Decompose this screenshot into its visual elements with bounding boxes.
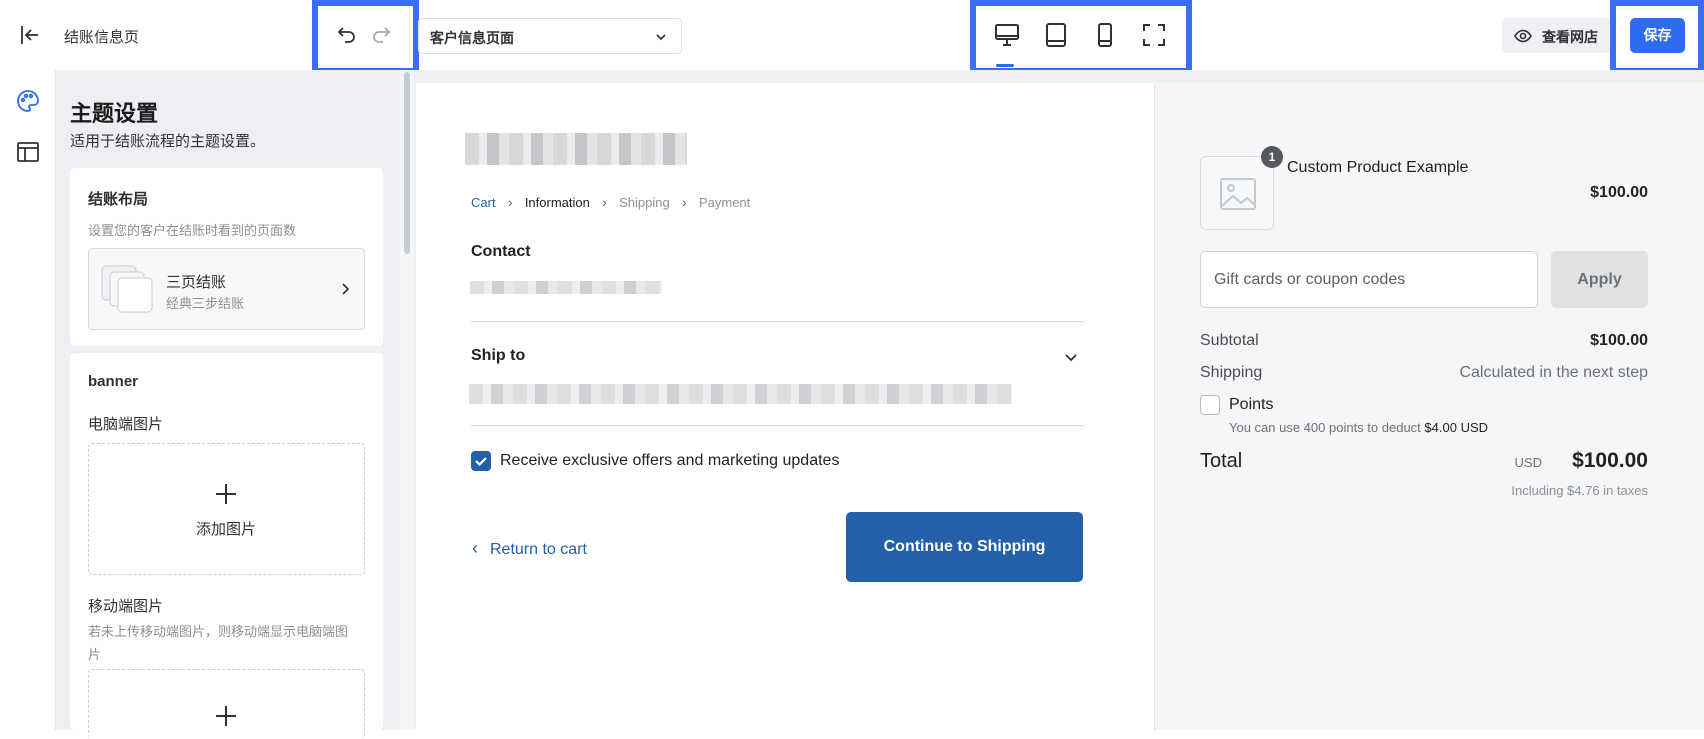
desktop-image-label: 电脑端图片 [88, 416, 164, 433]
breadcrumb-shipping: Shipping [619, 195, 670, 210]
mobile-image-label: 移动端图片 [88, 598, 164, 615]
layout-option-title: 三页结账 [166, 274, 227, 291]
pages-stack-icon [101, 265, 157, 318]
taxes-note: Including $4.76 in taxes [1511, 483, 1648, 498]
return-to-cart-link[interactable]: ‹ Return to cart [472, 538, 587, 559]
breadcrumb-cart[interactable]: Cart [471, 195, 496, 210]
breadcrumb-separator-icon: › [602, 194, 607, 210]
fullscreen-icon[interactable] [1141, 22, 1167, 48]
points-checkbox[interactable] [1200, 395, 1220, 415]
check-icon [475, 457, 487, 467]
banner-card: banner 电脑端图片 添加图片 移动端图片 若未上传移动端图片，则移动端显示… [70, 353, 383, 739]
theme-settings-subtitle: 适用于结账流程的主题设置。 [70, 133, 266, 150]
chevron-down-icon [655, 30, 667, 42]
points-deduct-amount: $4.00 USD [1424, 420, 1489, 435]
mobile-image-desc: 若未上传移动端图片，则移动端显示电脑端图片 [88, 624, 349, 662]
layout-card-title: 结账布局 [88, 191, 149, 208]
scrollbar-thumb[interactable] [404, 72, 410, 254]
plus-icon [214, 482, 238, 506]
layout-icon[interactable] [16, 140, 40, 169]
breadcrumb: Cart › Information › Shipping › Payment [471, 194, 750, 210]
chevron-left-icon: ‹ [472, 538, 478, 558]
total-value: $100.00 [1572, 449, 1648, 472]
subtotal-value: $100.00 [1590, 332, 1648, 349]
contact-heading: Contact [471, 243, 531, 260]
points-note: You can use 400 points to deduct $4.00 U… [1229, 420, 1488, 435]
mobile-view-icon[interactable] [1092, 22, 1118, 48]
chevron-down-icon[interactable] [1063, 349, 1079, 370]
undo-redo-highlight [312, 0, 419, 74]
settings-scrollbar[interactable] [400, 70, 414, 730]
page-select[interactable]: 客户信息页面 [418, 18, 682, 54]
return-to-cart-label: Return to cart [490, 541, 587, 558]
contact-email-redacted [470, 281, 662, 294]
page-select-value: 客户信息页面 [430, 30, 514, 46]
chevron-right-icon [339, 282, 351, 301]
product-name: Custom Product Example [1287, 159, 1469, 176]
subtotal-label: Subtotal [1200, 332, 1259, 349]
total-label: Total [1200, 450, 1243, 472]
left-rail [0, 70, 56, 730]
layout-option-sub: 经典三步结账 [166, 296, 245, 311]
add-image-label: 添加图片 [195, 521, 256, 538]
checkout-layout-card: 结账布局 设置您的客户在结账时看到的页面数 三页结账 经典三步结账 [70, 168, 383, 346]
banner-card-title: banner [88, 373, 139, 390]
desktop-view-icon[interactable] [994, 22, 1020, 48]
tablet-view-icon[interactable] [1043, 22, 1069, 48]
product-price: $100.00 [1590, 184, 1648, 201]
desktop-image-upload[interactable]: 添加图片 [88, 443, 365, 575]
plus-icon [214, 704, 238, 728]
points-note-text: You can use 400 points to deduct [1229, 420, 1421, 435]
mobile-image-upload[interactable] [88, 669, 365, 739]
redo-icon[interactable] [370, 23, 392, 45]
total-currency: USD [1514, 455, 1542, 470]
breadcrumb-separator-icon: › [682, 194, 687, 210]
checkout-main-column [416, 83, 1154, 730]
palette-icon[interactable] [15, 88, 41, 119]
image-placeholder-icon [1220, 178, 1256, 210]
view-store-button[interactable]: 查看网店 [1502, 18, 1612, 53]
eye-icon [1514, 29, 1532, 43]
breadcrumb-separator-icon: › [507, 194, 513, 210]
divider [471, 425, 1084, 426]
view-store-label: 查看网店 [1542, 29, 1598, 45]
product-thumbnail [1200, 156, 1274, 230]
shipping-label: Shipping [1200, 364, 1263, 381]
shipping-value: Calculated in the next step [1459, 364, 1648, 381]
divider [471, 321, 1084, 322]
continue-to-shipping-button[interactable]: Continue to Shipping [846, 512, 1083, 582]
theme-settings-title: 主题设置 [70, 101, 159, 126]
store-logo-redacted [465, 133, 687, 165]
breadcrumb-payment: Payment [698, 195, 751, 210]
points-label: Points [1229, 396, 1274, 413]
marketing-label: Receive exclusive offers and marketing u… [500, 452, 840, 469]
layout-option-three-page[interactable]: 三页结账 经典三步结账 [88, 248, 365, 330]
coupon-input[interactable]: Gift cards or coupon codes [1200, 251, 1538, 308]
save-button[interactable]: 保存 [1630, 18, 1685, 53]
ship-to-address-redacted [469, 384, 1012, 404]
top-bar: 结账信息页 客户信息页面 查看网店 保存 [0, 0, 1704, 74]
exit-editor-icon[interactable] [18, 23, 42, 47]
layout-card-desc: 设置您的客户在结账时看到的页面数 [88, 223, 297, 238]
quantity-badge: 1 [1261, 146, 1283, 168]
apply-button[interactable]: Apply [1551, 251, 1648, 308]
coupon-placeholder: Gift cards or coupon codes [1214, 271, 1406, 288]
breadcrumb-information: Information [524, 195, 590, 210]
page-name: 结账信息页 [64, 29, 140, 46]
ship-to-heading: Ship to [471, 347, 526, 364]
undo-icon[interactable] [336, 23, 358, 45]
active-device-indicator [996, 64, 1014, 67]
marketing-checkbox[interactable] [471, 451, 491, 471]
